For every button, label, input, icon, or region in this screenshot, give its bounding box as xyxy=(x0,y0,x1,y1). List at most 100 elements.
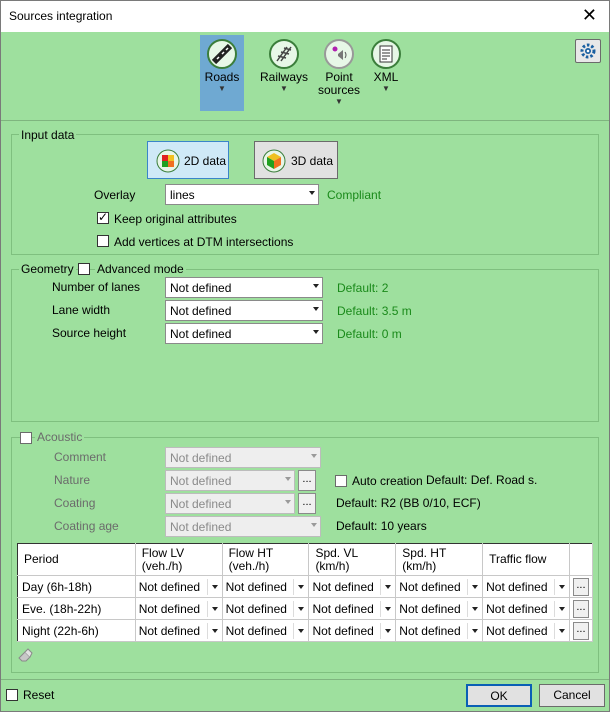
2d-data-label: 2D data xyxy=(184,154,227,168)
add-vertices-checkbox[interactable] xyxy=(97,235,109,247)
chevron-down-icon xyxy=(313,284,319,288)
point-source-icon xyxy=(324,39,354,69)
nature-value: Not defined xyxy=(170,474,232,488)
ribbon-point-sources-button[interactable]: Point sources ▼ xyxy=(317,35,361,111)
acoustic-checkbox[interactable] xyxy=(20,432,32,444)
table-cell-select[interactable]: Not defined xyxy=(482,575,570,598)
number-of-lanes-select[interactable]: Not defined xyxy=(165,277,323,298)
ribbon-xml-button[interactable]: XML ▼ xyxy=(369,35,403,111)
comment-value: Not defined xyxy=(170,451,232,465)
footer-separator xyxy=(1,679,609,680)
ribbon-railways-button[interactable]: Railways ▼ xyxy=(260,35,308,111)
chevron-down-icon xyxy=(558,584,565,589)
nature-select[interactable]: Not defined xyxy=(165,470,295,491)
reset-checkbox[interactable] xyxy=(6,689,18,701)
table-cell-select[interactable]: Not defined xyxy=(395,575,484,598)
chevron-down-icon xyxy=(211,628,218,633)
ok-button[interactable]: OK xyxy=(466,684,532,707)
nature-more-button[interactable]: ... xyxy=(298,470,316,491)
advanced-mode-checkbox[interactable] xyxy=(78,263,90,275)
table-cell-value: Not defined xyxy=(312,623,374,638)
advanced-mode-label: Advanced mode xyxy=(95,262,186,276)
cell-divider xyxy=(380,600,382,617)
table-cell-select[interactable]: Not defined xyxy=(308,575,397,598)
coating-select[interactable]: Not defined xyxy=(165,493,295,514)
chevron-down-icon: ▼ xyxy=(382,84,390,93)
table-cell-select[interactable]: Not defined xyxy=(222,597,310,620)
table-cell-value: Not defined xyxy=(486,623,548,638)
row-more-button[interactable]: ... xyxy=(572,621,589,640)
source-height-select[interactable]: Not defined xyxy=(165,323,323,344)
keep-original-attributes-label: Keep original attributes xyxy=(114,212,237,226)
table-cell-value: Not defined xyxy=(225,579,287,594)
table-cell-select[interactable]: Not defined xyxy=(222,619,310,642)
table-cell-select[interactable]: Not defined xyxy=(308,597,397,620)
chevron-down-icon xyxy=(211,584,218,589)
chevron-down-icon xyxy=(211,606,218,611)
railway-icon xyxy=(269,39,299,69)
table-cell-select[interactable]: Not defined xyxy=(135,619,223,642)
coating-age-value: Not defined xyxy=(170,520,232,534)
table-cell-select[interactable]: Not defined xyxy=(135,575,223,598)
table-cell-select[interactable]: Not defined xyxy=(395,597,484,620)
overlay-select[interactable]: lines xyxy=(165,184,319,205)
coating-label: Coating xyxy=(54,496,96,510)
ribbon-separator xyxy=(1,120,609,121)
row-more-button[interactable]: ... xyxy=(572,577,589,596)
table-cell-select[interactable]: Not defined xyxy=(222,575,310,598)
ribbon-sources-label: sources xyxy=(317,83,361,97)
table-cell-value: Not defined xyxy=(486,601,548,616)
table-cell-value: Not defined xyxy=(399,623,461,638)
sources-integration-dialog: Sources integration ✕ Roads ▼ Railways ▼… xyxy=(0,0,610,712)
chevron-down-icon xyxy=(285,500,291,504)
table-row: Eve. (18h-22h) Not defined Not defined N… xyxy=(17,597,594,620)
row-more-button[interactable]: ... xyxy=(572,599,589,618)
table-cell-select[interactable]: Not defined xyxy=(308,619,397,642)
column-header-flow-lv: Flow LV (veh./h) xyxy=(135,543,223,576)
ribbon-xml-label: XML xyxy=(373,70,399,84)
ribbon-roads-button[interactable]: Roads ▼ xyxy=(200,35,244,111)
cell-divider xyxy=(293,578,295,595)
reset-label: Reset xyxy=(23,688,55,702)
row-period: Eve. (18h-22h) xyxy=(17,597,136,620)
settings-button[interactable] xyxy=(575,39,601,63)
chevron-down-icon xyxy=(558,628,565,633)
acoustic-label: Acoustic xyxy=(35,430,85,444)
lane-width-select[interactable]: Not defined xyxy=(165,300,323,321)
nature-label: Nature xyxy=(54,473,91,487)
table-cell-select[interactable]: Not defined xyxy=(395,619,484,642)
source-height-value: Not defined xyxy=(170,327,232,341)
ribbon-railways-label: Railways xyxy=(260,70,309,84)
table-row: Night (22h-6h) Not defined Not defined N… xyxy=(17,619,594,642)
nature-default: Default: Def. Road s. xyxy=(426,473,538,487)
coating-age-select[interactable]: Not defined xyxy=(165,516,321,537)
keep-original-attributes-checkbox[interactable] xyxy=(97,210,109,224)
comment-label: Comment xyxy=(54,450,107,464)
table-cell-value: Not defined xyxy=(138,601,201,616)
chevron-down-icon: ▼ xyxy=(218,84,226,93)
coating-default: Default: R2 (BB 0/10, ECF) xyxy=(336,496,481,510)
chevron-down-icon xyxy=(313,330,319,334)
traffic-table: Period Flow LV (veh./h) Flow HT (veh./h)… xyxy=(17,543,594,642)
chevron-down-icon xyxy=(558,606,565,611)
comment-select[interactable]: Not defined xyxy=(165,447,321,468)
ribbon-roads-label: Roads xyxy=(204,70,240,84)
table-cell-select[interactable]: Not defined xyxy=(482,597,570,620)
chevron-down-icon xyxy=(311,454,317,458)
table-cell-value: Not defined xyxy=(399,579,461,594)
cancel-button[interactable]: Cancel xyxy=(539,684,605,707)
ribbon: Roads ▼ Railways ▼ Point sources ▼ XML ▼ xyxy=(1,32,609,120)
chevron-down-icon xyxy=(472,606,479,611)
table-cell-select[interactable]: Not defined xyxy=(482,619,570,642)
2d-data-button[interactable]: 2D data xyxy=(147,141,229,179)
3d-data-button[interactable]: 3D data xyxy=(254,141,338,179)
table-cell-select[interactable]: Not defined xyxy=(135,597,223,620)
input-data-label: Input data xyxy=(19,128,77,142)
chevron-down-icon xyxy=(298,628,305,633)
coating-more-button[interactable]: ... xyxy=(298,493,316,514)
close-icon[interactable]: ✕ xyxy=(582,6,597,24)
eraser-icon[interactable] xyxy=(17,647,33,666)
cell-divider xyxy=(206,578,208,595)
table-cell-value: Not defined xyxy=(138,579,201,594)
auto-creation-checkbox[interactable] xyxy=(335,475,347,487)
